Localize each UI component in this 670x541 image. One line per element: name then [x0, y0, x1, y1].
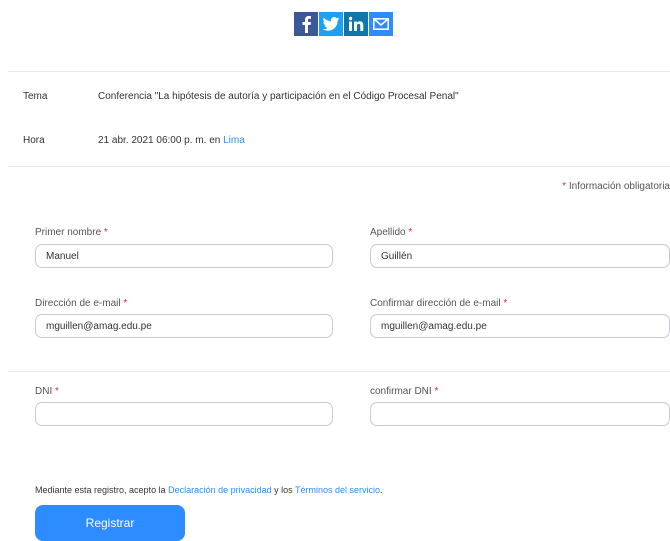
confirm-dni-label-text: confirmar DNI [370, 386, 432, 397]
first-name-label: Primer nombre * [35, 227, 108, 238]
confirm-dni-label: confirmar DNI * [370, 386, 438, 397]
timezone-link[interactable]: Lima [223, 135, 245, 146]
first-name-input[interactable] [35, 244, 333, 268]
dni-input[interactable] [35, 402, 333, 426]
email-input[interactable] [35, 314, 333, 338]
required-star: * [55, 386, 59, 397]
time-label: Hora [23, 135, 45, 146]
email-label: Dirección de e-mail * [35, 298, 127, 309]
divider [8, 166, 670, 167]
dni-label: DNI * [35, 386, 59, 397]
dni-label-text: DNI [35, 386, 53, 397]
linkedin-icon[interactable] [344, 12, 368, 36]
last-name-label: Apellido * [370, 227, 412, 238]
register-button[interactable]: Registrar [35, 505, 185, 541]
terms-link[interactable]: Términos del servicio [295, 485, 380, 495]
required-star: * [123, 298, 128, 309]
privacy-link[interactable]: Declaración de privacidad [168, 485, 272, 495]
divider [8, 71, 670, 72]
consent-middle: y los [271, 485, 295, 495]
last-name-label-text: Apellido [370, 227, 406, 238]
required-star: * [503, 298, 508, 309]
share-buttons [294, 12, 393, 36]
twitter-icon[interactable] [319, 12, 343, 36]
consent-text: Mediante esta registro, acepto la Declar… [35, 485, 383, 495]
consent-suffix: . [380, 485, 383, 495]
confirm-email-label: Confirmar dirección de e-mail * [370, 298, 507, 309]
required-star: * [103, 227, 108, 238]
facebook-icon[interactable] [294, 12, 318, 36]
time-value: 21 abr. 2021 06:00 p. m. en Lima [98, 135, 245, 146]
last-name-input[interactable] [370, 244, 670, 268]
required-star: * [434, 386, 439, 397]
divider [8, 371, 670, 372]
confirm-dni-input[interactable] [370, 402, 670, 426]
required-star: * [562, 181, 567, 192]
first-name-label-text: Primer nombre [35, 227, 102, 238]
email-icon[interactable] [369, 12, 393, 36]
confirm-email-label-text: Confirmar dirección de e-mail [370, 298, 501, 309]
topic-label: Tema [23, 91, 48, 102]
confirm-email-input[interactable] [370, 314, 670, 338]
time-text: 21 abr. 2021 06:00 p. m. en [98, 135, 224, 146]
required-note: * Información obligatoria [562, 181, 670, 192]
consent-prefix: Mediante esta registro, acepto la [35, 485, 169, 495]
required-note-text: Información obligatoria [568, 181, 670, 192]
topic-value: Conferencia "La hipótesis de autoría y p… [98, 91, 459, 102]
email-label-text: Dirección de e-mail [35, 298, 121, 309]
required-star: * [408, 227, 413, 238]
